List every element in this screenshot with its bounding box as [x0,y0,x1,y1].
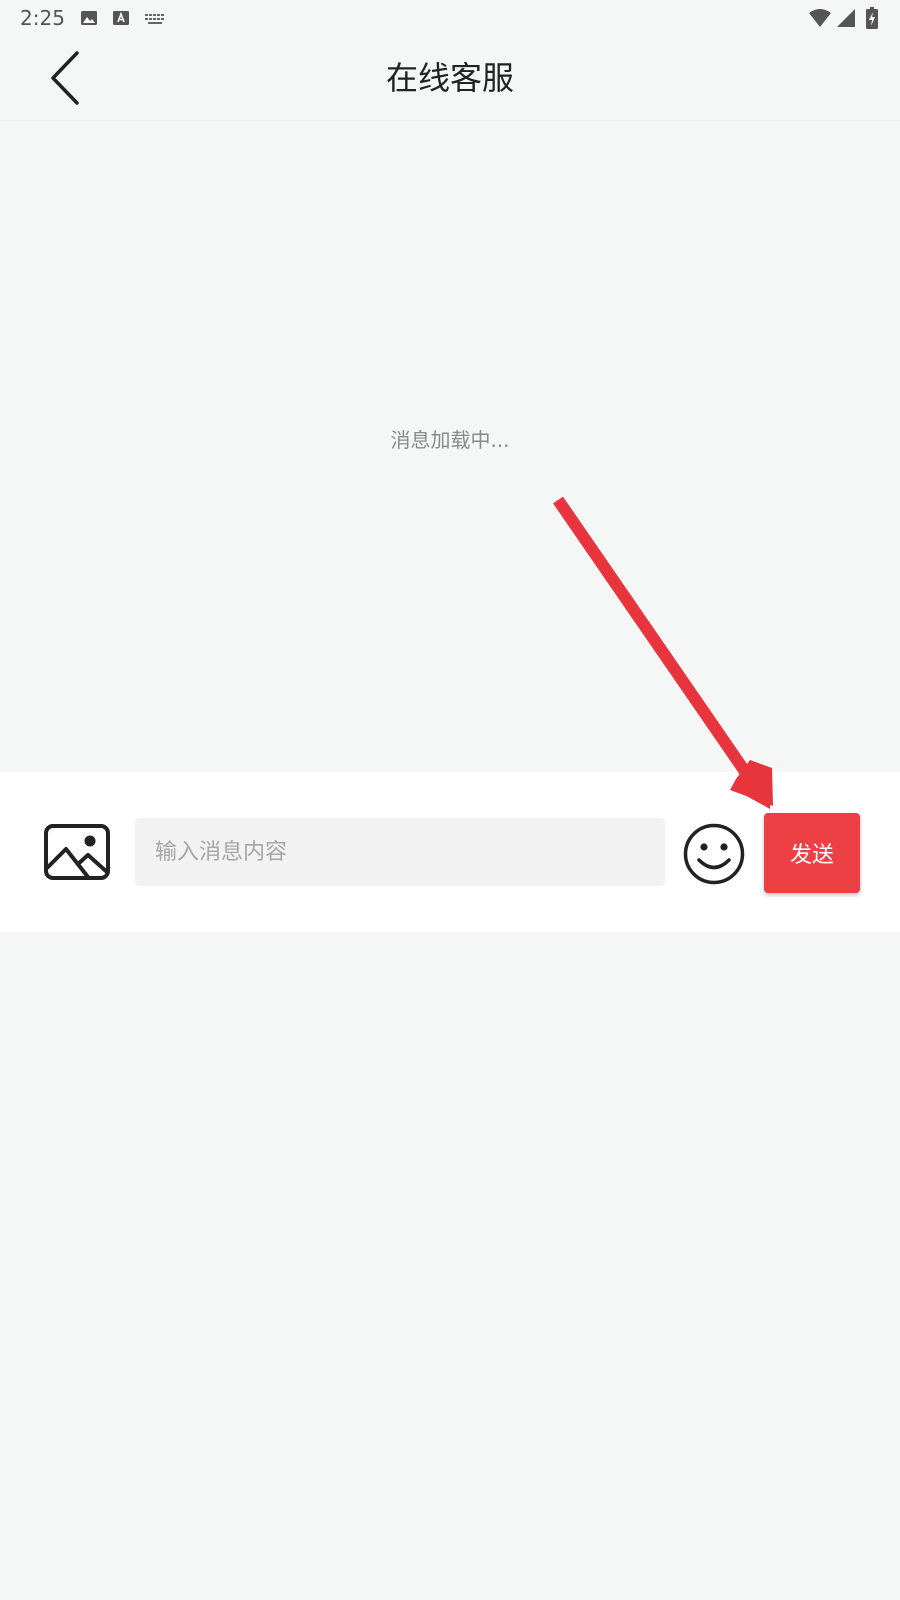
page-title: 在线客服 [385,59,514,97]
send-button[interactable]: 发送 [764,813,860,893]
cellular-signal-icon [837,9,855,27]
back-chevron-left-icon[interactable] [34,46,98,110]
image-icon [81,11,97,25]
battery-charging-icon [866,7,878,29]
status-bar: 2:25 [0,0,900,36]
page-title-container: 在线客服 [0,36,900,120]
loading-text: 消息加载中... [390,428,510,452]
image-upload-icon[interactable] [42,822,112,882]
message-input[interactable] [135,818,665,886]
chat-message-area[interactable]: 消息加载中... [0,121,900,772]
text-a-icon [113,11,129,25]
message-input-bar: 发送 [0,772,900,932]
header-bar: 在线客服 [0,36,900,121]
emoji-smiley-icon[interactable] [682,822,746,886]
keyboard-icon [145,14,164,24]
wifi-icon [809,9,831,27]
status-time: 2:25 [20,6,65,30]
